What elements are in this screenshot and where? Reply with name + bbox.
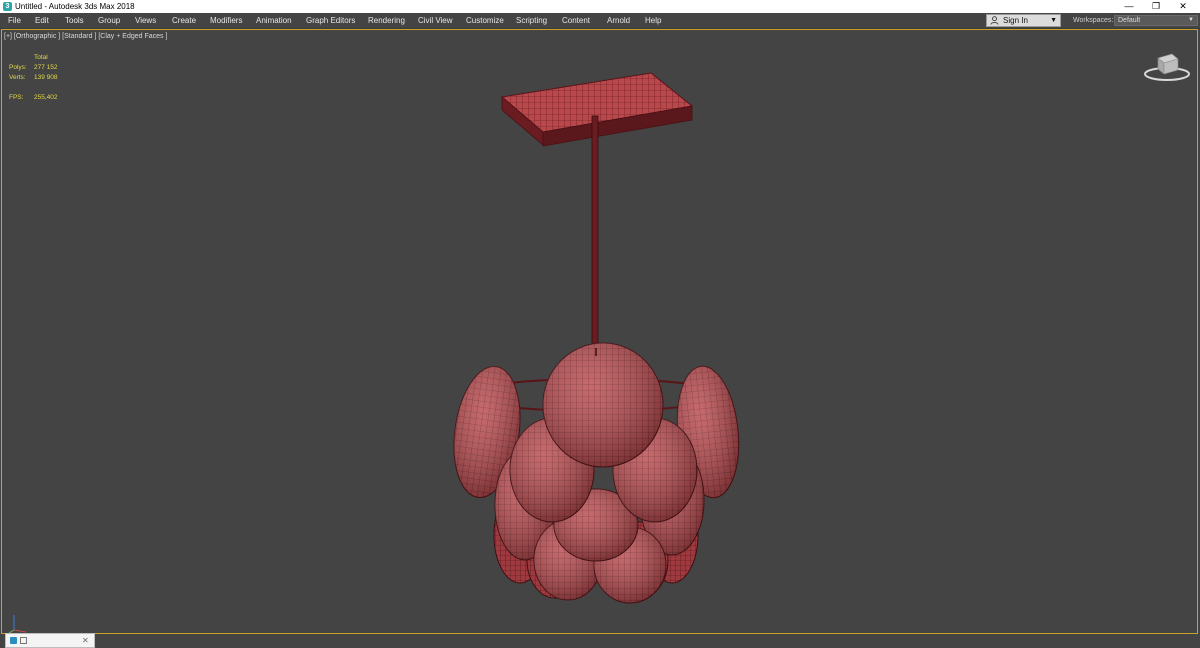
maxscript-icon[interactable]: [10, 637, 17, 644]
verts-value: 139 908: [34, 74, 58, 81]
listener-window-icon[interactable]: [20, 637, 27, 644]
glass-discs: [453, 342, 740, 604]
chandelier-model[interactable]: [0, 0, 1200, 648]
status-bar: [0, 634, 1200, 648]
verts-label: Verts:: [9, 74, 26, 81]
close-icon[interactable]: ✕: [82, 634, 89, 647]
polys-label: Polys:: [9, 64, 27, 71]
fps-label: FPS:: [9, 94, 24, 101]
viewcube-icon[interactable]: [1142, 50, 1192, 82]
rod: [591, 115, 599, 347]
polys-value: 277 152: [34, 64, 58, 71]
viewport-label-menu[interactable]: [+] [Orthographic ] [Standard ] [Clay + …: [4, 33, 167, 40]
axis-tripod-icon: [8, 615, 27, 634]
fps-value: 255,402: [34, 94, 58, 101]
maxscript-mini-listener[interactable]: ✕: [5, 633, 95, 648]
stats-total-label: Total: [34, 54, 48, 61]
